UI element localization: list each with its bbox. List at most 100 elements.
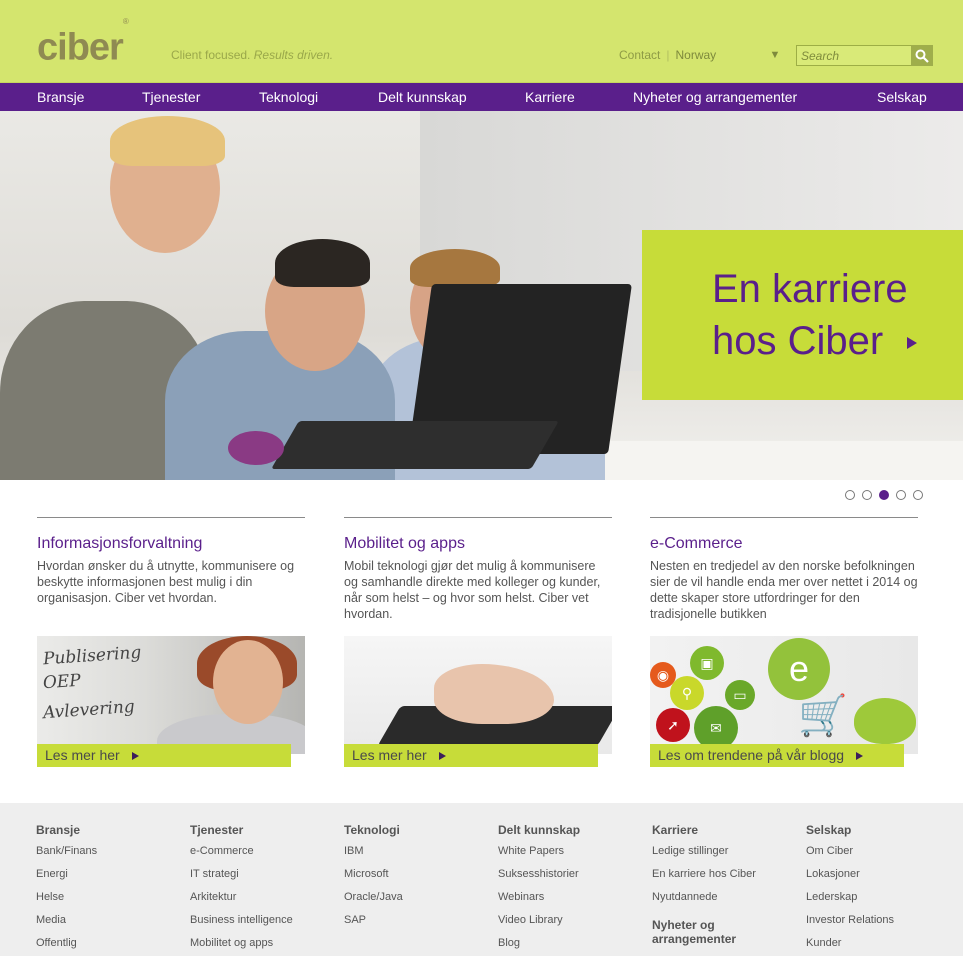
divider bbox=[650, 517, 918, 518]
arrow-right-icon bbox=[856, 752, 864, 761]
feature-text: Nesten en tredjedel av den norske befolk… bbox=[650, 559, 918, 621]
footer-link[interactable]: Webinars bbox=[498, 891, 580, 904]
slide-dot-3[interactable] bbox=[879, 490, 889, 500]
footer-link[interactable]: Lokasjoner bbox=[806, 868, 894, 881]
footer-heading[interactable]: Teknologi bbox=[344, 823, 403, 837]
top-utility-nav: Contact | Norway ▼ bbox=[619, 48, 780, 62]
feature-title[interactable]: Informasjonsforvaltning bbox=[37, 534, 305, 554]
footer-col-selskap: Selskap Om Ciber Lokasjoner Lederskap In… bbox=[806, 823, 894, 956]
main-nav: Bransje Tjenester Teknologi Delt kunnska… bbox=[0, 83, 963, 111]
footer-link[interactable]: Microsoft bbox=[344, 868, 403, 881]
footer-link[interactable]: Media bbox=[36, 914, 97, 927]
footer-link[interactable]: Energi bbox=[36, 868, 97, 881]
nav-item-teknologi[interactable]: Teknologi bbox=[259, 83, 318, 111]
person-2-hair bbox=[275, 239, 370, 287]
footer-link[interactable]: Lederskap bbox=[806, 891, 894, 904]
footer-link[interactable]: Blog bbox=[498, 937, 580, 950]
whiteboard-text: Avlevering bbox=[42, 696, 136, 724]
hero-banner[interactable]: En karriere hos Ciber bbox=[0, 111, 963, 480]
footer-link[interactable]: Business intelligence bbox=[190, 914, 293, 927]
footer-link[interactable]: Bank/Finans bbox=[36, 845, 97, 858]
hand-image bbox=[434, 664, 554, 724]
laptop-keyboard bbox=[271, 421, 559, 469]
footer-col-karriere: Karriere Ledige stillinger En karriere h… bbox=[652, 823, 762, 954]
feature-image[interactable]: ◉ ⚲ ▣ ▭ ➚ ✉ e 🛒 bbox=[650, 636, 918, 754]
mouse-image bbox=[228, 431, 284, 465]
nav-item-delt-kunnskap[interactable]: Delt kunnskap bbox=[378, 83, 467, 111]
footer-heading[interactable]: Bransje bbox=[36, 823, 97, 837]
woman-face bbox=[213, 640, 283, 724]
footer-link[interactable]: IT strategi bbox=[190, 868, 293, 881]
promo-title-line1: En karriere bbox=[712, 267, 908, 311]
footer-link[interactable]: Investor Relations bbox=[806, 914, 894, 927]
footer-link[interactable]: SAP bbox=[344, 914, 403, 927]
whiteboard-text: Publisering bbox=[42, 642, 142, 670]
tagline: Client focused. Results driven. bbox=[171, 48, 334, 62]
career-promo[interactable]: En karriere hos Ciber bbox=[642, 230, 963, 400]
country-selector[interactable]: Norway bbox=[675, 48, 763, 62]
nav-item-bransje[interactable]: Bransje bbox=[37, 83, 84, 111]
feature-text: Mobil teknologi gjør det mulig å kommuni… bbox=[344, 559, 601, 621]
search-box bbox=[796, 45, 933, 66]
footer-link[interactable]: Om Ciber bbox=[806, 845, 894, 858]
nav-item-tjenester[interactable]: Tjenester bbox=[142, 83, 200, 111]
footer-heading-nyheter[interactable]: Nyheter og arrangementer bbox=[652, 918, 762, 946]
footer-heading[interactable]: Selskap bbox=[806, 823, 894, 837]
footer-link[interactable]: e-Commerce bbox=[190, 845, 293, 858]
whiteboard-text: OEP bbox=[42, 670, 82, 694]
contact-link[interactable]: Contact bbox=[619, 48, 660, 62]
footer-link[interactable]: Suksesshistorier bbox=[498, 868, 580, 881]
footer-link[interactable]: En karriere hos Ciber bbox=[652, 868, 762, 881]
footer-link[interactable]: Nyutdannede bbox=[652, 891, 762, 904]
footer-col-bransje: Bransje Bank/Finans Energi Helse Media O… bbox=[36, 823, 97, 956]
nav-item-karriere[interactable]: Karriere bbox=[525, 83, 575, 111]
arrow-right-icon bbox=[438, 752, 446, 761]
footer-link[interactable]: Arkitektur bbox=[190, 891, 293, 904]
slide-dot-4[interactable] bbox=[896, 490, 906, 500]
chat-icon: ▭ bbox=[725, 680, 755, 710]
divider bbox=[344, 517, 612, 518]
feature-title[interactable]: e-Commerce bbox=[650, 534, 918, 554]
search-icon bbox=[915, 49, 929, 63]
slider-pagination bbox=[845, 490, 923, 500]
read-more-button[interactable]: Les mer her bbox=[37, 744, 291, 767]
footer-link[interactable]: Kunder bbox=[806, 937, 894, 950]
site-header: ciber® Client focused. Results driven. C… bbox=[0, 0, 963, 83]
footer-heading[interactable]: Delt kunnskap bbox=[498, 823, 580, 837]
search-icon: ⚲ bbox=[670, 676, 704, 710]
blog-link-button[interactable]: Les om trendene på vår blogg bbox=[650, 744, 904, 767]
feature-image[interactable] bbox=[344, 636, 612, 754]
nav-item-nyheter[interactable]: Nyheter og arrangementer bbox=[633, 83, 797, 111]
nav-item-selskap[interactable]: Selskap bbox=[877, 83, 927, 111]
footer-heading[interactable]: Tjenester bbox=[190, 823, 293, 837]
slide-dot-2[interactable] bbox=[862, 490, 872, 500]
search-button[interactable] bbox=[911, 45, 933, 66]
footer-link[interactable]: Mobilitet og apps bbox=[190, 937, 293, 950]
cursor-icon: ➚ bbox=[656, 708, 690, 742]
footer-heading[interactable]: Karriere bbox=[652, 823, 762, 837]
footer-link[interactable]: IBM bbox=[344, 845, 403, 858]
separator: | bbox=[666, 48, 670, 62]
chevron-down-icon[interactable]: ▼ bbox=[769, 49, 780, 61]
footer-link[interactable]: White Papers bbox=[498, 845, 580, 858]
footer-link[interactable]: Video Library bbox=[498, 914, 580, 927]
feature-title[interactable]: Mobilitet og apps bbox=[344, 534, 612, 554]
person-1-hair bbox=[110, 116, 225, 166]
feature-informasjonsforvaltning: Informasjonsforvaltning Hvordan ønsker d… bbox=[37, 517, 305, 767]
slide-dot-1[interactable] bbox=[845, 490, 855, 500]
lock-icon: ▣ bbox=[690, 646, 724, 680]
promo-title-line2: hos Ciber bbox=[712, 319, 884, 363]
footer-link[interactable]: Helse bbox=[36, 891, 97, 904]
divider bbox=[37, 517, 305, 518]
read-more-button[interactable]: Les mer her bbox=[344, 744, 598, 767]
search-input[interactable] bbox=[796, 45, 912, 66]
slide-dot-5[interactable] bbox=[913, 490, 923, 500]
feature-image[interactable]: Publisering OEP Avlevering bbox=[37, 636, 305, 754]
feature-ecommerce: e-Commerce Nesten en tredjedel av den no… bbox=[650, 517, 918, 767]
ciber-logo[interactable]: ciber® bbox=[37, 17, 129, 70]
footer-link[interactable]: Ledige stillinger bbox=[652, 845, 762, 858]
footer-link[interactable]: Offentlig bbox=[36, 937, 97, 950]
footer-col-tjenester: Tjenester e-Commerce IT strategi Arkitek… bbox=[190, 823, 293, 956]
footer-link[interactable]: Oracle/Java bbox=[344, 891, 403, 904]
feature-mobilitet: Mobilitet og apps Mobil teknologi gjør d… bbox=[344, 517, 612, 767]
